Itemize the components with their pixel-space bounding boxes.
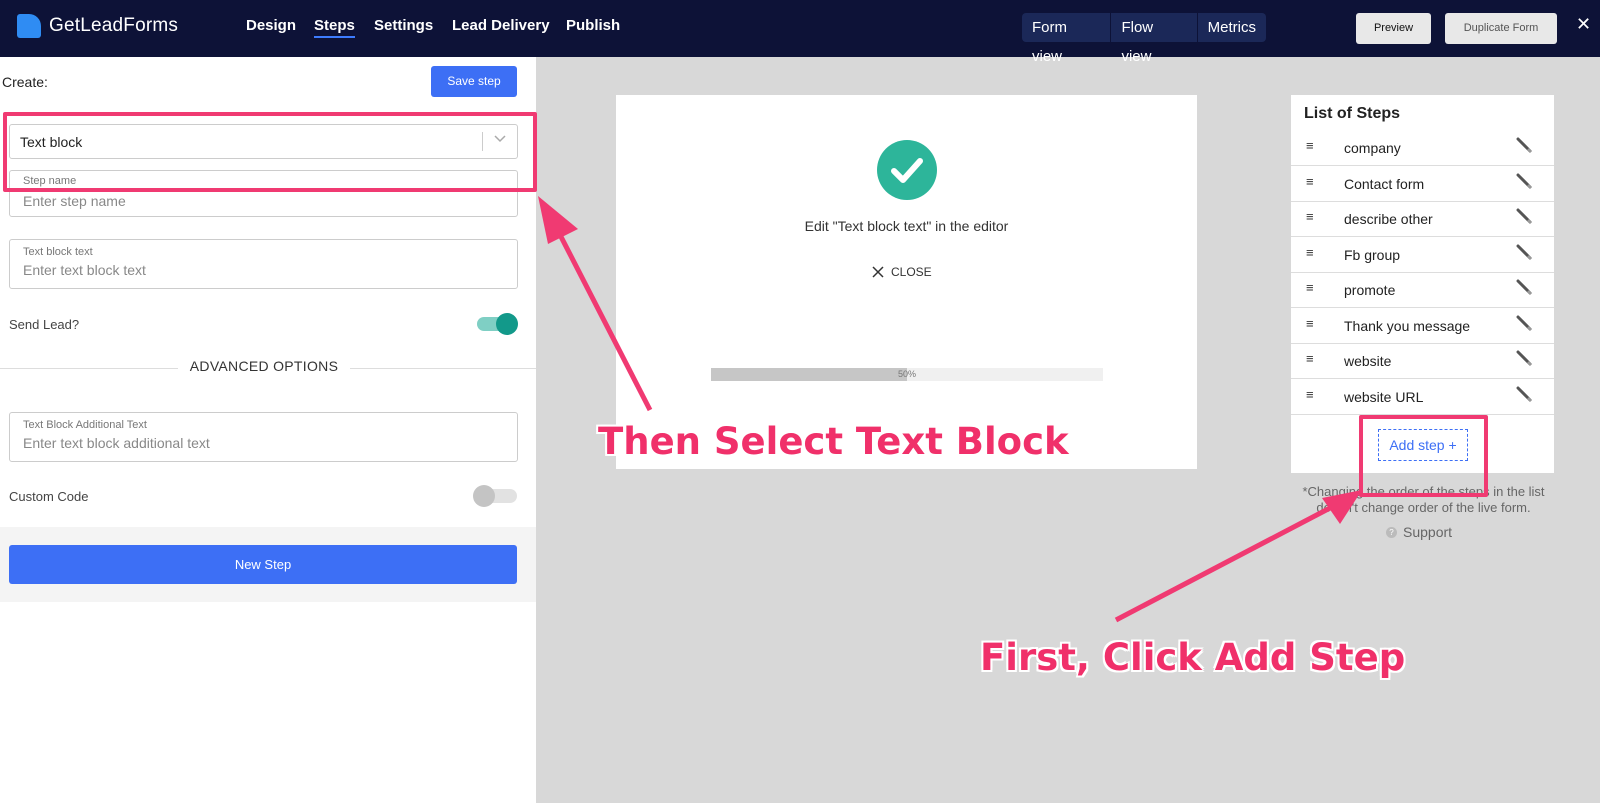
arrow-head (538, 196, 578, 244)
annotation-arrows (538, 196, 1362, 623)
arrow-to-add-step (1114, 505, 1332, 623)
annotation-click-add-step: First, Click Add Step (980, 636, 1406, 679)
arrow-to-step-type (552, 223, 653, 412)
annotation-select-text-block: Then Select Text Block (598, 420, 1069, 463)
